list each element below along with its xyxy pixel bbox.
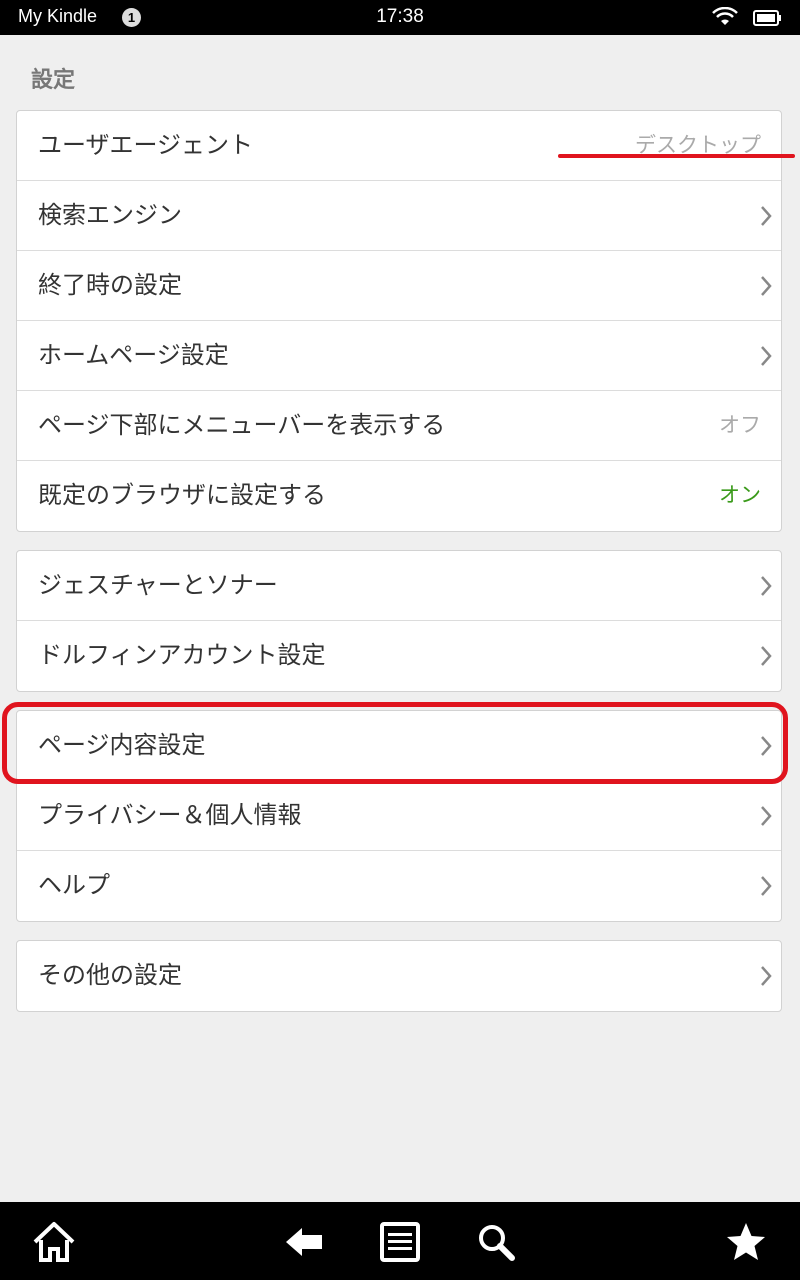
battery-icon xyxy=(753,9,783,31)
chevron-right-icon xyxy=(761,966,772,986)
toggle-off-value[interactable]: オフ xyxy=(719,391,761,459)
annotation-highlight-box xyxy=(2,702,788,784)
setting-label: ジェスチャーとソナー xyxy=(38,571,278,599)
setting-exit[interactable]: 終了時の設定 xyxy=(17,251,781,321)
setting-homepage[interactable]: ホームページ設定 xyxy=(17,321,781,391)
settings-group-browser: ユーザエージェント デスクトップ 検索エンジン 終了時の設定 ホームページ設定 … xyxy=(16,110,782,532)
toggle-on-value[interactable]: オン xyxy=(719,461,761,529)
chevron-right-icon xyxy=(761,876,772,896)
setting-help[interactable]: ヘルプ xyxy=(17,851,781,921)
home-icon[interactable] xyxy=(30,1218,78,1266)
setting-default-browser[interactable]: 既定のブラウザに設定する オン xyxy=(17,461,781,531)
chevron-right-icon xyxy=(761,576,772,596)
settings-group-account: ジェスチャーとソナー ドルフィンアカウント設定 xyxy=(16,550,782,692)
setting-label: ヘルプ xyxy=(38,871,110,899)
setting-label: ホームページ設定 xyxy=(38,341,229,369)
setting-gesture-sonar[interactable]: ジェスチャーとソナー xyxy=(17,551,781,621)
bottom-nav-bar xyxy=(0,1202,800,1280)
setting-label: その他の設定 xyxy=(38,961,182,989)
wifi-icon xyxy=(710,6,740,31)
setting-bottom-menubar[interactable]: ページ下部にメニューバーを表示する オフ xyxy=(17,391,781,461)
status-bar: My Kindle 1 17:38 xyxy=(0,0,800,35)
back-icon[interactable] xyxy=(282,1218,330,1266)
chevron-right-icon xyxy=(761,276,772,296)
settings-section-title: 設定 xyxy=(31,68,76,93)
setting-other[interactable]: その他の設定 xyxy=(17,941,781,1011)
setting-label: ドルフィンアカウント設定 xyxy=(38,641,326,669)
chevron-right-icon xyxy=(761,206,772,226)
setting-label: ユーザエージェント xyxy=(38,131,254,159)
setting-label: 検索エンジン xyxy=(38,201,182,229)
chevron-right-icon xyxy=(761,346,772,366)
setting-label: プライバシー＆個人情報 xyxy=(38,801,302,829)
setting-search-engine[interactable]: 検索エンジン xyxy=(17,181,781,251)
clock: 17:38 xyxy=(376,6,424,27)
setting-label: 既定のブラウザに設定する xyxy=(38,481,326,509)
setting-privacy[interactable]: プライバシー＆個人情報 xyxy=(17,781,781,851)
chevron-right-icon xyxy=(761,806,772,826)
setting-label: 終了時の設定 xyxy=(38,271,182,299)
setting-user-agent[interactable]: ユーザエージェント デスクトップ xyxy=(17,111,781,181)
star-icon[interactable] xyxy=(722,1218,770,1266)
settings-group-other: その他の設定 xyxy=(16,940,782,1012)
setting-dolphin-account[interactable]: ドルフィンアカウント設定 xyxy=(17,621,781,691)
annotation-underline xyxy=(558,154,795,158)
search-icon[interactable] xyxy=(472,1218,520,1266)
chevron-right-icon xyxy=(761,646,772,666)
setting-label: ページ下部にメニューバーを表示する xyxy=(38,411,446,439)
setting-value: デスクトップ xyxy=(635,133,761,157)
menu-icon[interactable] xyxy=(376,1218,424,1266)
